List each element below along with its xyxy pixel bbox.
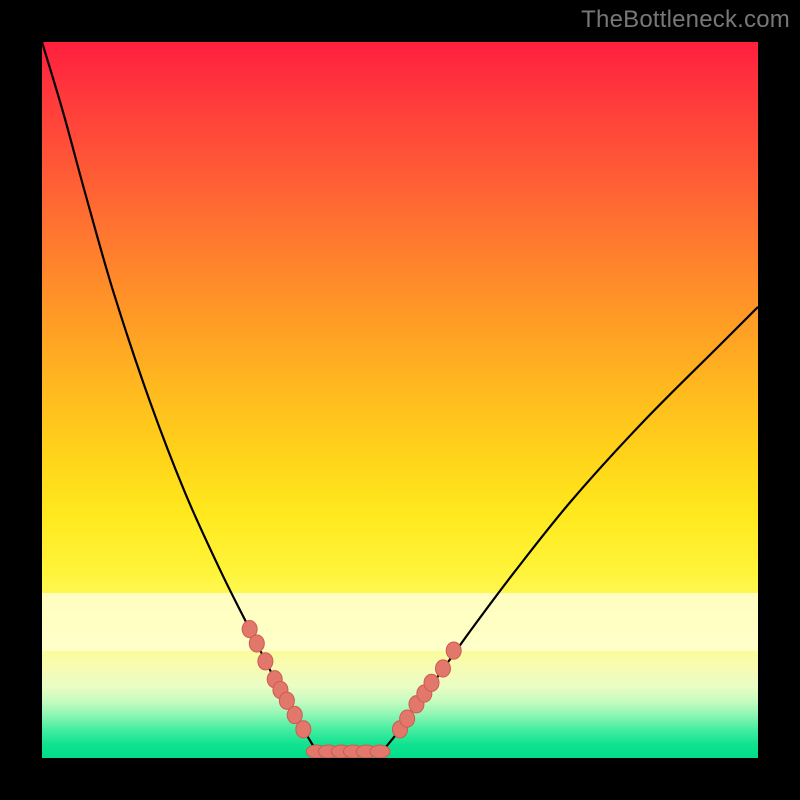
curve-layer [42,42,758,758]
chart-frame: TheBottleneck.com [0,0,800,800]
right-branch-markers-dot [446,642,461,659]
watermark-text: TheBottleneck.com [581,6,790,34]
right-branch-markers-dot [435,660,450,677]
left-curve [42,42,314,747]
plot-area [42,42,758,758]
right-curve [386,307,758,747]
left-branch-markers-dot [296,721,311,738]
left-branch-markers-dot [249,635,264,652]
right-branch-markers-dot [424,674,439,691]
left-branch-markers-dot [258,653,273,670]
flat-marker [370,745,390,758]
right-branch-markers-dot [400,710,415,727]
